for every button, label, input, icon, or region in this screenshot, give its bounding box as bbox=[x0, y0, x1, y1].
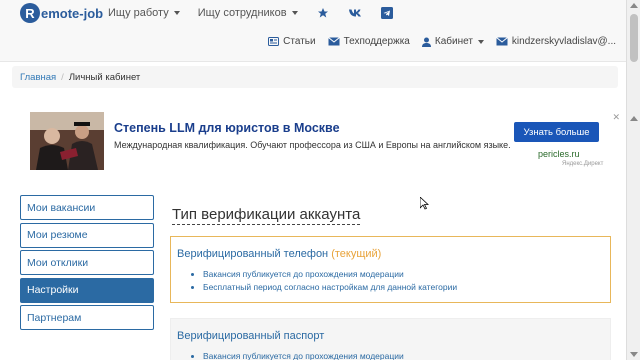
logo-mark: R bbox=[20, 3, 40, 23]
scroll-up-icon[interactable] bbox=[630, 3, 638, 8]
ad-title[interactable]: Степень LLM для юристов в Москве bbox=[114, 121, 340, 135]
mouse-pointer-icon bbox=[419, 196, 430, 215]
site-logo[interactable]: R emote-job bbox=[20, 2, 103, 24]
star-icon[interactable] bbox=[316, 6, 330, 20]
breadcrumb-current: Личный кабинет bbox=[68, 71, 141, 83]
user-email-link[interactable]: kindzerskyvladislav@... bbox=[496, 36, 616, 47]
cabinet-dropdown[interactable]: Кабинет bbox=[421, 36, 484, 47]
envelope-icon bbox=[327, 37, 340, 46]
close-icon[interactable]: ✕ bbox=[612, 112, 620, 123]
ad-learn-more-button[interactable]: Узнать больше bbox=[514, 122, 599, 142]
verification-option-passport[interactable]: Верифицированный паспорт Вакансия публик… bbox=[170, 318, 611, 360]
chevron-down-icon bbox=[291, 11, 298, 15]
ad-source-label[interactable]: Яндекс.Директ bbox=[562, 161, 603, 167]
sidebar-item-responses[interactable]: Мои отклики bbox=[20, 250, 154, 275]
sidebar-item-vacancies[interactable]: Мои вакансии bbox=[20, 195, 154, 220]
articles-link[interactable]: Статьи bbox=[268, 36, 316, 47]
ad-banner[interactable]: Степень LLM для юристов в Москве Междуна… bbox=[30, 112, 620, 170]
list-item: Вакансия публикуется до прохождения моде… bbox=[203, 268, 457, 281]
top-navbar: R emote-job Ищу работу Ищу сотрудников С… bbox=[0, 0, 626, 62]
chevron-down-icon bbox=[173, 11, 180, 15]
verification-option-phone[interactable]: Верифицированный телефон (текущий) Вакан… bbox=[170, 236, 611, 303]
chevron-down-icon bbox=[477, 39, 484, 44]
card-bullets: Вакансия публикуется до прохождения моде… bbox=[191, 350, 404, 360]
scroll-down-icon[interactable] bbox=[630, 352, 638, 357]
primary-nav: Ищу работу Ищу сотрудников bbox=[108, 6, 412, 20]
ad-site-link[interactable]: pericles.ru bbox=[538, 149, 580, 159]
user-email-label: kindzerskyvladislav@... bbox=[511, 36, 616, 47]
card-title: Верифицированный телефон (текущий) bbox=[177, 248, 381, 260]
breadcrumb-separator: / bbox=[61, 71, 64, 83]
card-bullets: Вакансия публикуется до прохождения моде… bbox=[191, 268, 457, 294]
list-item: Бесплатный период согласно настройкам дл… bbox=[203, 281, 457, 294]
ad-scroll-up-icon[interactable] bbox=[630, 116, 638, 121]
logo-text: emote-job bbox=[41, 5, 104, 21]
sidebar-item-partners[interactable]: Партнерам bbox=[20, 305, 154, 330]
user-icon bbox=[421, 37, 431, 47]
articles-label: Статьи bbox=[283, 36, 316, 47]
card-title-text: Верифицированный телефон bbox=[177, 248, 329, 260]
card-title: Верифицированный паспорт bbox=[177, 330, 324, 342]
newspaper-icon bbox=[268, 37, 280, 46]
find-job-label: Ищу работу bbox=[108, 7, 169, 19]
current-badge: (текущий) bbox=[331, 248, 382, 260]
scrollbar-thumb[interactable] bbox=[630, 14, 638, 62]
page-scrollbar[interactable] bbox=[626, 0, 640, 360]
sidebar-menu: Мои вакансии Мои резюме Мои отклики Наст… bbox=[20, 195, 154, 333]
breadcrumb-home[interactable]: Главная bbox=[20, 72, 56, 83]
secondary-nav: Статьи Техподдержка Кабинет kindzerskyvl… bbox=[256, 36, 616, 47]
page-title: Тип верификации аккаунта bbox=[172, 206, 361, 225]
vk-icon[interactable] bbox=[348, 6, 362, 20]
ad-description: Международная квалификация. Обучают проф… bbox=[114, 140, 511, 150]
ad-image[interactable] bbox=[30, 112, 104, 170]
breadcrumb: Главная / Личный кабинет bbox=[12, 66, 618, 88]
sidebar-item-resumes[interactable]: Мои резюме bbox=[20, 222, 154, 248]
telegram-icon[interactable] bbox=[380, 6, 394, 20]
support-label: Техподдержка bbox=[343, 36, 410, 47]
find-staff-label: Ищу сотрудников bbox=[197, 7, 287, 19]
find-job-dropdown[interactable]: Ищу работу bbox=[108, 7, 180, 19]
sidebar-item-settings[interactable]: Настройки bbox=[20, 277, 154, 303]
cabinet-label: Кабинет bbox=[434, 36, 473, 47]
support-link[interactable]: Техподдержка bbox=[327, 36, 410, 47]
card-title-text: Верифицированный паспорт bbox=[177, 330, 325, 342]
envelope-icon bbox=[496, 37, 508, 46]
find-staff-dropdown[interactable]: Ищу сотрудников bbox=[198, 7, 298, 19]
list-item: Вакансия публикуется до прохождения моде… bbox=[203, 350, 404, 360]
